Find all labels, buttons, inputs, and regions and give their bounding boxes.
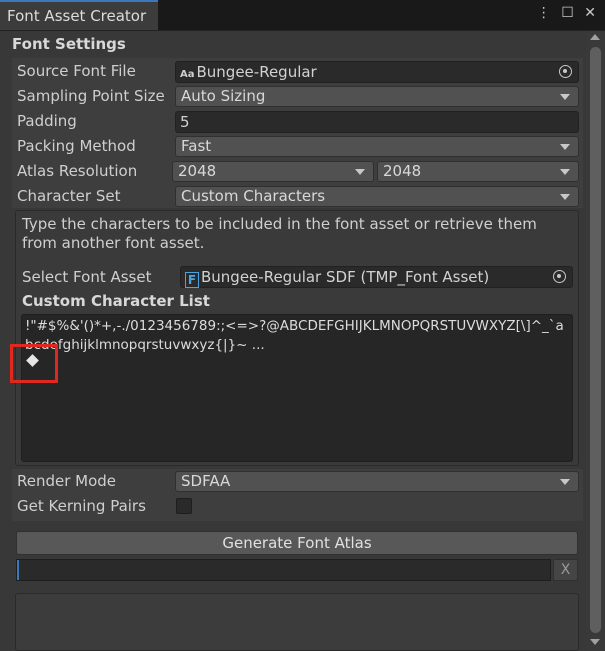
atlas-height-value: 2048 — [383, 162, 422, 180]
source-font-file-value: Bungee-Regular — [196, 63, 317, 81]
padding-value: 5 — [180, 113, 190, 131]
object-picker-icon[interactable] — [553, 270, 566, 283]
atlas-width-dropdown[interactable]: 2048 — [172, 161, 374, 182]
sampling-point-size-dropdown[interactable]: Auto Sizing — [175, 86, 579, 107]
packing-method-label: Packing Method — [17, 137, 136, 155]
sampling-point-size-label: Sampling Point Size — [17, 87, 165, 105]
select-font-asset-value: Bungee-Regular SDF (TMP_Font Asset) — [201, 268, 490, 286]
scrollbar-thumb[interactable] — [590, 47, 601, 633]
generate-font-atlas-button[interactable]: Generate Font Atlas — [16, 531, 578, 555]
window-controls: ⋮ ☐ ✕ — [537, 5, 599, 21]
tmp-font-asset-icon: F — [185, 272, 199, 288]
packing-method-dropdown[interactable]: Fast — [175, 136, 579, 157]
character-set-dropdown[interactable]: Custom Characters — [175, 186, 579, 207]
select-font-asset-field[interactable]: F Bungee-Regular SDF (TMP_Font Asset) — [180, 266, 573, 288]
custom-character-list-textarea[interactable]: !"#$%&'()*+,-./0123456789:;<=>?@ABCDEFGH… — [21, 314, 573, 462]
render-mode-dropdown[interactable]: SDFAA — [175, 471, 579, 492]
progress-bar — [16, 559, 551, 581]
padding-label: Padding — [17, 112, 77, 130]
render-mode-label: Render Mode — [17, 472, 117, 490]
get-kerning-pairs-checkbox[interactable] — [176, 498, 192, 514]
padding-input[interactable]: 5 — [175, 111, 579, 133]
chevron-down-icon — [560, 144, 570, 150]
section-title-font-settings: Font Settings — [12, 35, 126, 53]
maximize-icon[interactable]: ☐ — [561, 5, 577, 21]
highlight-box — [10, 344, 58, 383]
scroll-down-icon[interactable] — [590, 639, 600, 645]
atlas-resolution-label: Atlas Resolution — [17, 162, 138, 180]
chevron-down-icon — [355, 169, 365, 175]
character-set-value: Custom Characters — [181, 187, 326, 205]
chevron-down-icon — [560, 194, 570, 200]
font-file-icon: Aa — [180, 69, 195, 80]
select-font-asset-label: Select Font Asset — [22, 268, 152, 286]
chevron-down-icon — [560, 169, 570, 175]
cancel-button[interactable]: X — [553, 559, 578, 581]
source-font-file-field[interactable]: Aa Bungee-Regular — [175, 61, 579, 83]
chevron-down-icon — [560, 479, 570, 485]
tab-font-asset-creator[interactable]: Font Asset Creator — [0, 0, 158, 30]
custom-character-list-label: Custom Character List — [22, 292, 210, 310]
atlas-preview-box — [15, 593, 579, 651]
source-font-file-label: Source Font File — [17, 62, 136, 80]
chevron-down-icon — [560, 94, 570, 100]
close-icon[interactable]: ✕ — [584, 5, 599, 21]
tab-title: Font Asset Creator — [7, 7, 147, 25]
custom-character-list-text: !"#$%&'()*+,-./0123456789:;<=>?@ABCDEFGH… — [25, 318, 564, 353]
atlas-height-dropdown[interactable]: 2048 — [377, 161, 579, 182]
help-text: Type the characters to be included in th… — [22, 215, 537, 252]
render-mode-value: SDFAA — [181, 472, 231, 490]
kebab-menu-icon[interactable]: ⋮ — [537, 5, 554, 21]
progress-fill — [17, 560, 19, 580]
atlas-width-value: 2048 — [178, 162, 217, 180]
scroll-up-icon[interactable] — [590, 34, 600, 40]
sampling-point-size-value: Auto Sizing — [181, 87, 266, 105]
character-set-label: Character Set — [17, 187, 121, 205]
packing-method-value: Fast — [181, 137, 212, 155]
object-picker-icon[interactable] — [559, 65, 572, 78]
get-kerning-pairs-label: Get Kerning Pairs — [17, 497, 146, 515]
